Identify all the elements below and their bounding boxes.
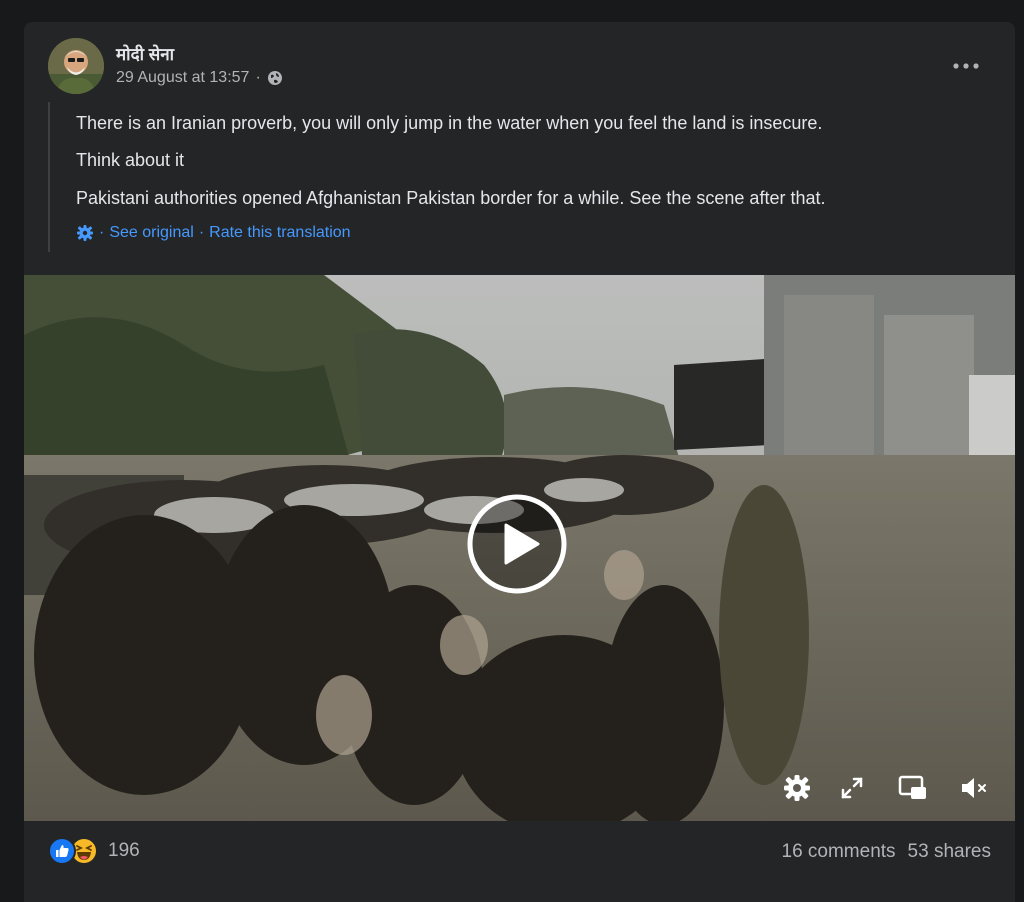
engagement-stats: 16 comments 53 shares [782,841,992,863]
translation-bar: · See original · Rate this translation [76,224,351,242]
comments-count-link[interactable]: 16 comments [782,841,896,863]
rate-translation-link[interactable]: Rate this translation [209,224,350,242]
see-original-link[interactable]: See original [109,224,194,242]
post-text-line-3: Pakistani authorities opened Afghanistan… [76,188,826,208]
fullscreen-icon [841,777,863,799]
meta-separator: · [255,69,261,86]
picture-in-picture-icon [898,775,926,799]
post-date[interactable]: 29 August at 13:57 [116,69,249,87]
play-icon [467,494,567,594]
play-button[interactable] [467,494,567,594]
post-footer: 196 16 comments 53 shares [24,821,1015,881]
video-settings-button[interactable] [779,770,815,806]
reaction-count: 196 [108,840,140,861]
post-text-line-2: Think about it [76,150,185,170]
post-text-line-1: There is an Iranian proverb, you will on… [76,113,823,133]
reactions-summary[interactable]: 196 [48,837,140,865]
post-card: मोदी सेना 29 August at 13:57 · There is … [24,22,1015,902]
author-name[interactable]: मोदी सेना [116,42,174,65]
translation-separator: · [99,224,105,241]
fullscreen-button[interactable] [834,770,870,806]
picture-in-picture-button[interactable] [895,770,931,806]
gear-icon [76,224,94,242]
more-options-button[interactable] [948,48,984,84]
settings-icon [784,775,810,801]
translation-quote-bar [48,102,50,252]
post-meta: 29 August at 13:57 · [116,69,283,87]
mute-button[interactable] [956,770,992,806]
globe-icon[interactable] [267,70,283,86]
more-dots-icon [953,63,979,69]
video-player[interactable] [24,275,1015,821]
shares-count-link[interactable]: 53 shares [908,841,991,863]
author-avatar[interactable] [48,38,104,94]
mute-icon [962,778,986,798]
like-reaction-icon [48,837,76,865]
translation-separator: · [198,224,205,241]
